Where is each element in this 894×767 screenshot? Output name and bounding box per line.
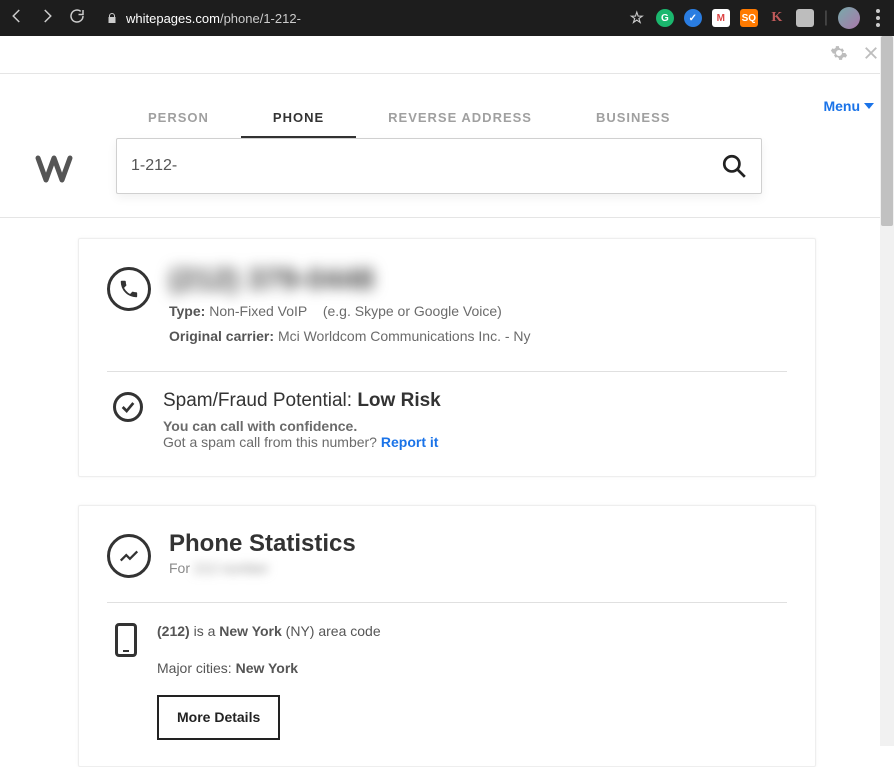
menu-dropdown[interactable]: Menu <box>823 98 874 114</box>
browser-menu-button[interactable] <box>870 9 886 27</box>
reload-button[interactable] <box>68 7 86 30</box>
phone-result-card: (212) 379-0448 Type: Non-Fixed VoIP (e.g… <box>78 238 816 477</box>
search-button[interactable] <box>721 153 747 179</box>
phone-carrier-line: Original carrier: Mci Worldcom Communica… <box>169 326 531 347</box>
phone-number-heading: (212) 379-0448 <box>169 263 531 297</box>
search-header: PERSON PHONE REVERSE ADDRESS BUSINESS Me… <box>0 74 894 218</box>
spam-potential-heading: Spam/Fraud Potential: Low Risk <box>163 390 441 412</box>
extension-misc-icon[interactable] <box>796 9 814 27</box>
content-area: (212) 379-0448 Type: Non-Fixed VoIP (e.g… <box>0 218 894 767</box>
extension-mail-icon[interactable]: M <box>712 9 730 27</box>
whitepages-logo[interactable] <box>32 146 76 195</box>
more-details-button[interactable]: More Details <box>157 695 280 740</box>
tab-phone[interactable]: PHONE <box>241 98 356 138</box>
bookmark-star-icon[interactable]: ☆ <box>628 9 646 27</box>
area-code-line: (212) is a New York (NY) area code <box>157 621 381 642</box>
close-icon[interactable] <box>862 44 880 67</box>
scrollbar-thumb[interactable] <box>881 36 893 226</box>
checkmark-icon <box>113 392 143 422</box>
url-text: whitepages.com/phone/1-212- <box>126 11 301 26</box>
page-utility-bar <box>0 36 894 74</box>
stats-icon <box>107 534 151 578</box>
phone-icon <box>107 267 151 311</box>
menu-label: Menu <box>823 98 860 114</box>
search-box <box>116 138 762 194</box>
spam-subtext: You can call with confidence. Got a spam… <box>163 418 441 450</box>
chevron-down-icon <box>864 101 874 111</box>
lock-icon <box>106 12 118 24</box>
back-button[interactable] <box>8 7 26 30</box>
extension-k-icon[interactable]: K <box>768 9 786 27</box>
vertical-scrollbar[interactable] <box>880 36 894 746</box>
phone-statistics-card: Phone Statistics For 212 number (212) is… <box>78 505 816 767</box>
forward-button[interactable] <box>38 7 56 30</box>
stats-title: Phone Statistics <box>169 530 356 558</box>
major-cities-line: Major cities: New York <box>157 658 381 679</box>
report-link[interactable]: Report it <box>381 434 439 450</box>
extension-sq-icon[interactable]: SQ <box>740 9 758 27</box>
profile-avatar[interactable] <box>838 7 860 29</box>
tab-person[interactable]: PERSON <box>116 98 241 138</box>
device-icon <box>115 623 137 657</box>
address-bar[interactable]: whitepages.com/phone/1-212- <box>106 11 301 26</box>
tab-business[interactable]: BUSINESS <box>564 98 702 138</box>
extension-grammarly-icon[interactable]: G <box>656 9 674 27</box>
tab-reverse-address[interactable]: REVERSE ADDRESS <box>356 98 564 138</box>
extension-area: ☆ G ✓ M SQ K | <box>628 7 886 29</box>
search-input[interactable] <box>131 157 721 175</box>
extension-bluecheck-icon[interactable]: ✓ <box>684 9 702 27</box>
search-tabs: PERSON PHONE REVERSE ADDRESS BUSINESS <box>116 98 702 138</box>
phone-type-line: Type: Non-Fixed VoIP (e.g. Skype or Goog… <box>169 301 531 322</box>
browser-toolbar: whitepages.com/phone/1-212- ☆ G ✓ M SQ K… <box>0 0 894 36</box>
stats-for-line: For 212 number <box>169 560 356 576</box>
gear-icon[interactable] <box>830 44 848 67</box>
